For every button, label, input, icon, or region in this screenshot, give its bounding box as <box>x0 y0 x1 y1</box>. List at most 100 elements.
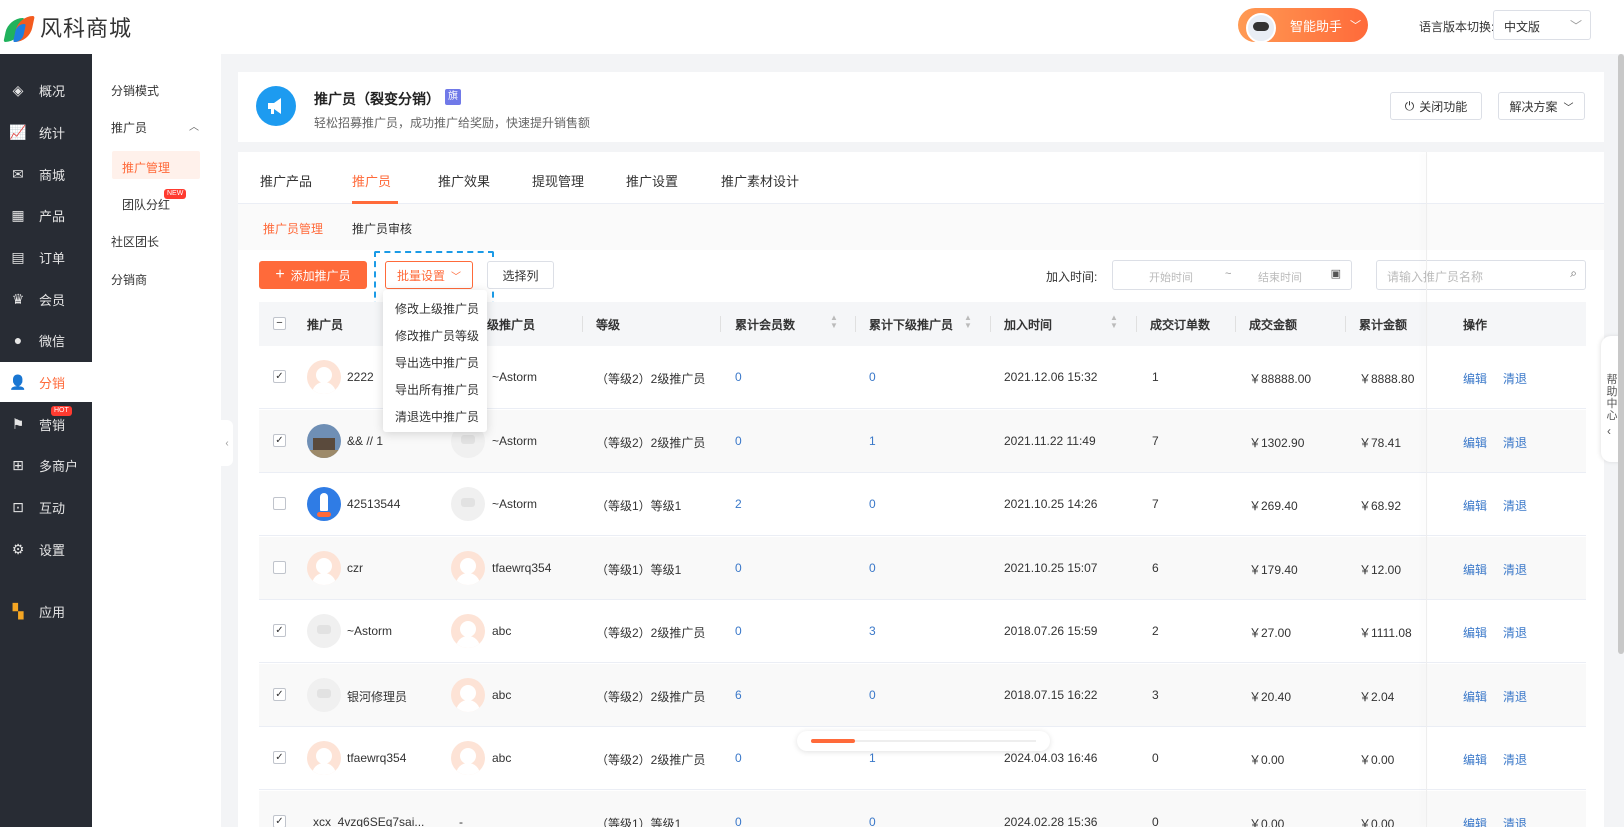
member-count-link[interactable]: 0 <box>735 624 742 638</box>
row-checkbox[interactable]: ✓ <box>273 370 286 383</box>
nav-item-mall[interactable]: ✉ 商城 <box>0 154 92 194</box>
nav-item-marketing[interactable]: ⚑ 营销 HOT <box>0 404 92 444</box>
add-promoter-button[interactable]: + 添加推广员 <box>259 261 367 289</box>
row-checkbox[interactable]: ✓ <box>273 687 286 701</box>
subnav-community-leader[interactable]: 社区团长 <box>111 233 159 250</box>
menu-item-export-all[interactable]: 导出所有推广员 <box>395 381 479 398</box>
scroll-thumb[interactable] <box>811 739 855 743</box>
member-count-link[interactable]: 0 <box>735 815 742 827</box>
edit-link[interactable]: 编辑 <box>1463 624 1487 641</box>
sub-promoter-count-link[interactable]: 0 <box>869 561 876 575</box>
tab-promo-effect[interactable]: 推广效果 <box>438 171 490 190</box>
member-count-link[interactable]: 6 <box>735 688 742 702</box>
gear-icon: ⚙ <box>11 540 25 557</box>
sub-promoter-count-link[interactable]: 0 <box>869 688 876 702</box>
nav-item-multi-merchant[interactable]: ⊞ 多商户 <box>0 445 92 485</box>
nav-item-apps[interactable]: ▚ 应用 <box>0 591 92 631</box>
nav-item-stats[interactable]: 📈 统计 <box>0 112 92 152</box>
row-checkbox[interactable] <box>273 560 286 574</box>
tab-withdraw[interactable]: 提现管理 <box>532 171 584 190</box>
subnav-promoter[interactable]: 推广员 <box>111 119 147 136</box>
edit-link[interactable]: 编辑 <box>1463 561 1487 578</box>
subnav-promoter-manage[interactable]: 推广管理 <box>122 159 170 176</box>
end-date-input[interactable]: 结束时间 <box>1258 269 1302 285</box>
vertical-scrollbar[interactable] <box>1618 54 1624 654</box>
menu-item-export-selected[interactable]: 导出选中推广员 <box>395 354 479 371</box>
tab-promo-settings[interactable]: 推广设置 <box>626 171 678 190</box>
chevron-up-icon[interactable]: ︿ <box>189 118 199 133</box>
select-all-checkbox[interactable]: − <box>273 317 286 330</box>
remove-link[interactable]: 清退 <box>1503 434 1527 451</box>
remove-link[interactable]: 清退 <box>1503 624 1527 641</box>
edit-link[interactable]: 编辑 <box>1463 370 1487 387</box>
nav-item-orders[interactable]: ▤ 订单 <box>0 237 92 277</box>
start-date-input[interactable]: 开始时间 <box>1149 269 1193 285</box>
remove-link[interactable]: 清退 <box>1503 751 1527 768</box>
deal-amount: ￥27.00 <box>1249 626 1292 640</box>
power-icon: ⏻ <box>1404 98 1415 113</box>
sort-icon[interactable]: ▲ ▼ <box>830 314 838 330</box>
brand-logo[interactable]: 风科商城 <box>3 8 132 46</box>
menu-item-change-parent[interactable]: 修改上级推广员 <box>395 300 479 317</box>
date-range-picker[interactable]: 开始时间 ~ 结束时间 ▣ <box>1112 260 1352 290</box>
tab-promo-products[interactable]: 推广产品 <box>260 171 312 190</box>
subtab-promoter-manage[interactable]: 推广员管理 <box>263 220 323 237</box>
sub-tab-bar: 推广员管理 推广员审核 <box>238 204 1604 250</box>
remove-link[interactable]: 清退 <box>1503 688 1527 705</box>
nav-item-settings[interactable]: ⚙ 设置 <box>0 529 92 569</box>
subnav-distributor[interactable]: 分销商 <box>111 271 147 288</box>
subtab-promoter-review[interactable]: 推广员审核 <box>352 220 412 237</box>
member-count-link[interactable]: 0 <box>735 751 742 765</box>
promoter-search-input[interactable]: 请输入推广员名称 ⌕ <box>1376 260 1586 290</box>
collapse-sidebar-handle[interactable]: ‹ <box>221 420 233 466</box>
remove-link[interactable]: 清退 <box>1503 561 1527 578</box>
member-count-link[interactable]: 0 <box>735 561 742 575</box>
menu-item-change-level[interactable]: 修改推广员等级 <box>395 327 479 344</box>
select-columns-button[interactable]: 选择列 <box>487 261 554 289</box>
solution-dropdown[interactable]: 解决方案 ﹀ <box>1498 92 1585 120</box>
language-select[interactable]: 中文版 ﹀ <box>1493 10 1591 40</box>
smart-assistant-button[interactable]: 智能助手 ﹀ <box>1238 8 1368 43</box>
nav-item-products[interactable]: ▦ 产品 <box>0 195 92 235</box>
edit-link[interactable]: 编辑 <box>1463 815 1487 827</box>
member-count-link[interactable]: 0 <box>735 370 742 384</box>
row-checkbox[interactable]: ✓ <box>273 751 286 764</box>
nav-item-distribution[interactable]: 👤 分销 <box>0 362 92 402</box>
nav-item-members[interactable]: ♛ 会员 <box>0 279 92 319</box>
row-checkbox[interactable] <box>273 497 286 510</box>
nav-item-interaction[interactable]: ⊡ 互动 <box>0 487 92 527</box>
menu-item-remove-selected[interactable]: 清退选中推广员 <box>395 408 479 425</box>
sort-icon[interactable]: ▲ ▼ <box>1110 314 1118 330</box>
remove-link[interactable]: 清退 <box>1503 497 1527 514</box>
edit-link[interactable]: 编辑 <box>1463 434 1487 451</box>
close-feature-button[interactable]: ⏻ 关闭功能 <box>1390 92 1482 120</box>
sub-promoter-count-link[interactable]: 1 <box>869 434 876 448</box>
sub-promoter-count-link[interactable]: 1 <box>869 751 876 765</box>
member-count-link[interactable]: 0 <box>735 434 742 448</box>
deal-amount: ￥88888.00 <box>1249 372 1312 386</box>
nav-item-wechat[interactable]: ● 微信 <box>0 320 92 360</box>
table-row: ✓ 银河修理员 abc （等级2）2级推广员 6 0 2018.07.15 16:22 3 ￥2… <box>259 663 1586 727</box>
member-count-link[interactable]: 2 <box>735 497 742 511</box>
row-checkbox[interactable]: ✓ <box>273 433 286 447</box>
subnav-distribution-mode[interactable]: 分销模式 <box>111 82 159 99</box>
row-checkbox[interactable]: ✓ <box>273 814 286 827</box>
tab-promoters[interactable]: 推广员 <box>352 171 391 190</box>
tab-material-design[interactable]: 推广素材设计 <box>721 171 799 190</box>
sub-promoter-count-link[interactable]: 0 <box>869 815 876 827</box>
nav-item-overview[interactable]: ◈ 概况 <box>0 70 92 110</box>
sub-promoter-count-link[interactable]: 0 <box>869 497 876 511</box>
remove-link[interactable]: 清退 <box>1503 370 1527 387</box>
sub-promoter-count-link[interactable]: 0 <box>869 370 876 384</box>
row-checkbox[interactable]: ✓ <box>273 624 286 637</box>
subnav-team-bonus[interactable]: 团队分红 <box>122 196 170 213</box>
close-feature-label: 关闭功能 <box>1419 99 1468 114</box>
sub-promoter-count-link[interactable]: 3 <box>869 624 876 638</box>
search-icon[interactable]: ⌕ <box>1570 266 1577 281</box>
horizontal-scrollbar[interactable] <box>797 731 1050 751</box>
remove-link[interactable]: 清退 <box>1503 815 1527 827</box>
sort-icon[interactable]: ▲ ▼ <box>964 314 972 330</box>
edit-link[interactable]: 编辑 <box>1463 497 1487 514</box>
edit-link[interactable]: 编辑 <box>1463 751 1487 768</box>
edit-link[interactable]: 编辑 <box>1463 688 1487 705</box>
